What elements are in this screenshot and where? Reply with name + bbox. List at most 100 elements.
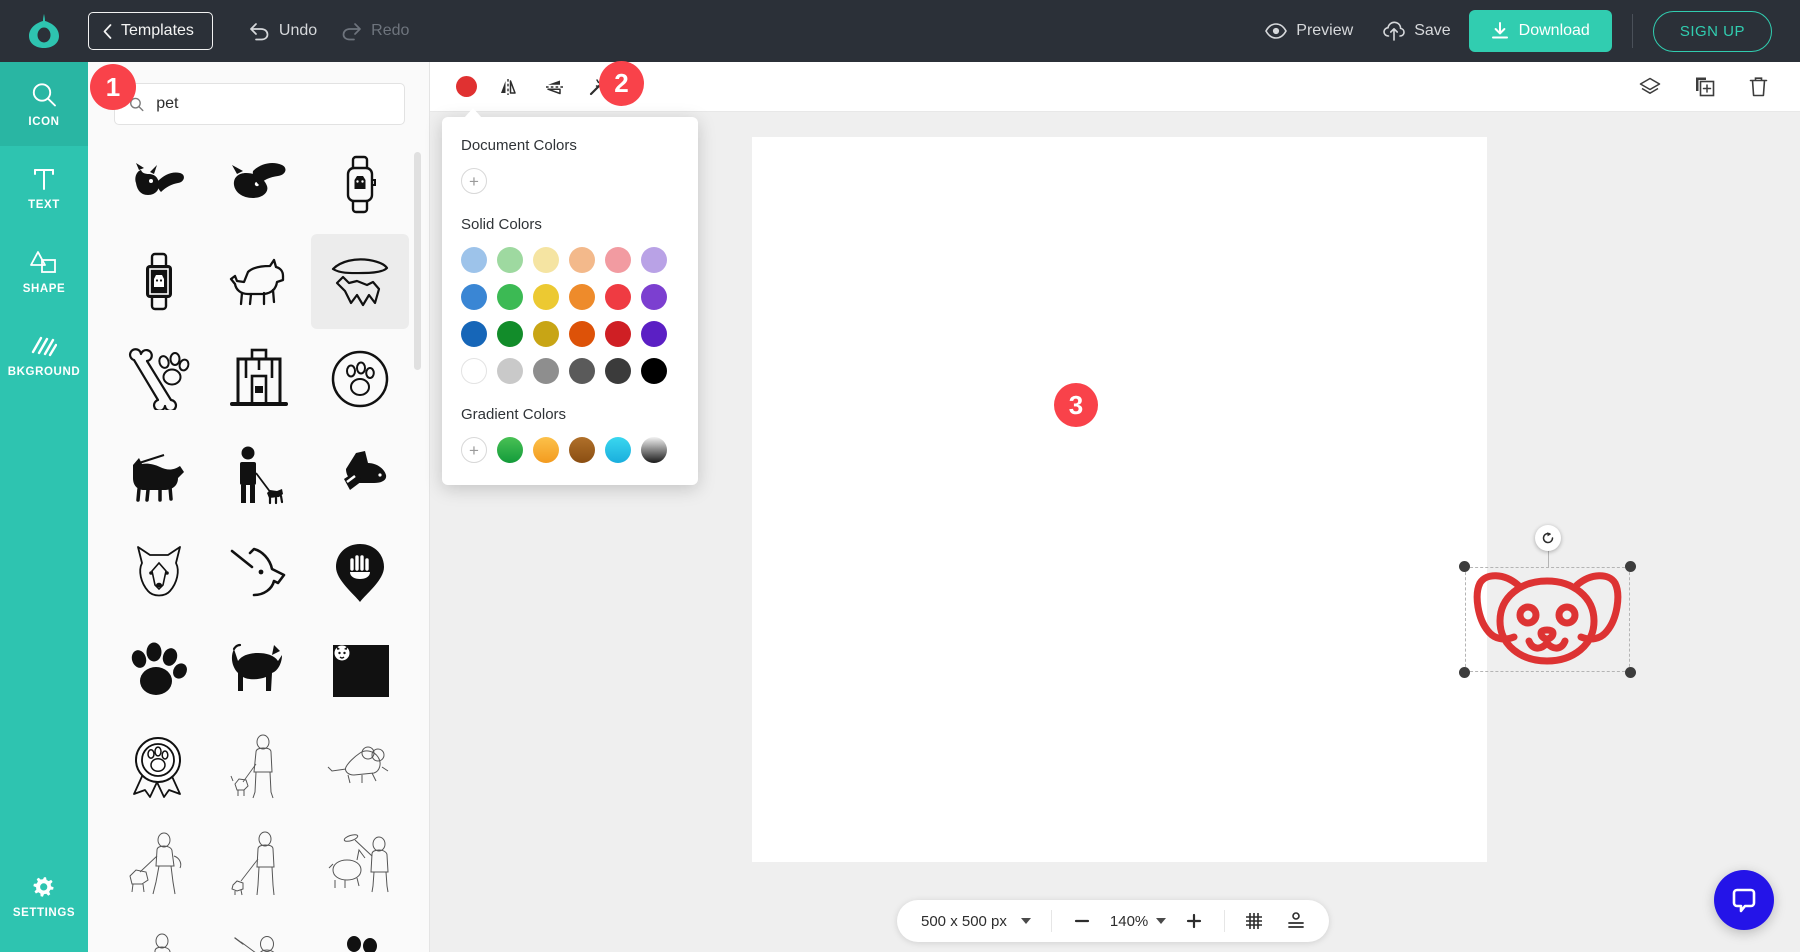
icon-result-dog-head-line[interactable]	[210, 525, 308, 620]
icon-result-dog-with-hand[interactable]	[210, 137, 308, 232]
color-swatch[interactable]	[569, 247, 595, 273]
layers-button[interactable]	[1630, 67, 1670, 107]
icon-result-paw-in-circle[interactable]	[311, 331, 409, 426]
icon-result-woman-walking-dog-sketch[interactable]	[110, 816, 208, 911]
color-swatch[interactable]	[533, 358, 559, 384]
canvas-size-dropdown[interactable]: 500 x 500 px	[897, 913, 1051, 930]
icon-result-bone-and-paw[interactable]	[110, 331, 208, 426]
icon-result-man-walking-dog-sketch[interactable]	[210, 719, 308, 814]
artboard[interactable]	[752, 137, 1487, 862]
color-swatch[interactable]	[533, 321, 559, 347]
search-magnifier-icon	[30, 81, 58, 109]
zoom-in-button[interactable]	[1182, 909, 1206, 933]
color-swatch[interactable]	[497, 284, 523, 310]
resize-handle-bottom-left[interactable]	[1459, 667, 1470, 678]
redo-button[interactable]: Redo	[329, 14, 421, 49]
icon-result-paw-award-ribbon[interactable]	[110, 719, 208, 814]
resize-handle-bottom-right[interactable]	[1625, 667, 1636, 678]
color-swatch[interactable]	[497, 321, 523, 347]
color-swatch[interactable]	[569, 358, 595, 384]
gradient-swatch[interactable]	[497, 437, 523, 463]
sidebar-item-settings[interactable]: SETTINGS	[0, 854, 88, 938]
color-swatch[interactable]	[641, 284, 667, 310]
color-swatch[interactable]	[461, 358, 487, 384]
fill-color-button[interactable]	[446, 67, 486, 107]
icon-result-person-playing-with-dog-sketch[interactable]	[311, 719, 409, 814]
color-swatch[interactable]	[605, 358, 631, 384]
icon-result-smartwatch-cat-filled[interactable]	[110, 234, 208, 329]
icon-result-paw-print[interactable]	[110, 622, 208, 717]
zoom-level-dropdown[interactable]: 140%	[1110, 913, 1166, 930]
icon-result-cat-walking[interactable]	[210, 622, 308, 717]
signup-button[interactable]: SIGN UP	[1653, 11, 1772, 52]
sidebar-item-bkground[interactable]: BKGROUND	[0, 314, 88, 398]
preview-button[interactable]: Preview	[1253, 14, 1365, 48]
chat-support-button[interactable]	[1714, 870, 1774, 930]
color-swatch[interactable]	[461, 284, 487, 310]
icon-result-paw-map-pin[interactable]	[311, 525, 409, 620]
color-swatch[interactable]	[497, 358, 523, 384]
color-swatch[interactable]	[461, 247, 487, 273]
icon-result-woman-holding-dog-sketch[interactable]	[110, 913, 208, 952]
icon-result-dog-head-collar[interactable]	[311, 428, 409, 523]
icon-result-hand-petting-dog[interactable]	[311, 234, 409, 329]
download-button[interactable]: Download	[1469, 10, 1612, 52]
chevron-left-icon	[103, 24, 112, 39]
add-document-color-button[interactable]: +	[461, 168, 487, 194]
color-swatch[interactable]	[569, 284, 595, 310]
icon-panel-scrollbar[interactable]	[414, 152, 421, 370]
color-swatch[interactable]	[641, 247, 667, 273]
rotate-handle[interactable]	[1535, 525, 1561, 551]
gradient-swatch[interactable]	[569, 437, 595, 463]
sidebar-item-text[interactable]: TEXT	[0, 146, 88, 230]
icon-result-wolf-face-outline[interactable]	[110, 525, 208, 620]
dog-face-icon	[1470, 571, 1625, 669]
gradient-swatch[interactable]	[605, 437, 631, 463]
delete-button[interactable]	[1738, 67, 1778, 107]
color-swatch[interactable]	[497, 247, 523, 273]
align-button[interactable]	[1283, 908, 1309, 934]
color-swatch[interactable]	[533, 247, 559, 273]
color-swatch[interactable]	[533, 284, 559, 310]
icon-result-dog-badge-square[interactable]	[311, 622, 409, 717]
color-swatch[interactable]	[605, 284, 631, 310]
dog-head-collar-icon	[330, 449, 390, 503]
icon-result-cat-with-hand[interactable]	[110, 137, 208, 232]
icon-result-pet-house[interactable]	[210, 331, 308, 426]
icon-result-woman-throwing-frisbee-dog-sketch[interactable]	[311, 816, 409, 911]
add-gradient-color-button[interactable]: +	[461, 437, 487, 463]
color-swatch[interactable]	[641, 321, 667, 347]
color-swatch[interactable]	[461, 321, 487, 347]
save-button[interactable]: Save	[1371, 13, 1462, 49]
gradient-swatch[interactable]	[641, 437, 667, 463]
dog-badge-square-icon	[329, 641, 391, 699]
undo-button[interactable]: Undo	[237, 14, 329, 49]
paw-map-pin-icon	[334, 542, 386, 604]
icon-result-dog-standing-outline[interactable]	[210, 234, 308, 329]
search-box[interactable]	[114, 83, 405, 125]
selected-object[interactable]	[1465, 567, 1630, 672]
resize-handle-top-right[interactable]	[1625, 561, 1636, 572]
icon-result-woman-training-dog-sketch[interactable]	[210, 913, 308, 952]
icon-result-woman-with-dog-sketch[interactable]	[311, 913, 409, 952]
gradient-swatch[interactable]	[533, 437, 559, 463]
flip-horizontal-button[interactable]	[490, 67, 530, 107]
sidebar-item-icon[interactable]: ICON	[0, 62, 88, 146]
sidebar-item-shape[interactable]: SHAPE	[0, 230, 88, 314]
flip-vertical-button[interactable]	[534, 67, 574, 107]
icon-result-person-walking-dog[interactable]	[210, 428, 308, 523]
templates-button[interactable]: Templates	[88, 12, 213, 50]
zoom-out-button[interactable]	[1070, 909, 1094, 933]
icon-result-woman-walking-small-dog-sketch[interactable]	[210, 816, 308, 911]
color-swatch[interactable]	[641, 358, 667, 384]
color-swatch[interactable]	[605, 321, 631, 347]
app-logo[interactable]	[0, 13, 88, 49]
icon-result-dog-on-leash[interactable]	[110, 428, 208, 523]
search-input[interactable]	[156, 95, 390, 113]
duplicate-button[interactable]	[1684, 67, 1724, 107]
color-swatch[interactable]	[569, 321, 595, 347]
icon-result-smartwatch-cat-outline[interactable]	[311, 137, 409, 232]
resize-handle-top-left[interactable]	[1459, 561, 1470, 572]
grid-toggle-button[interactable]	[1241, 908, 1267, 934]
color-swatch[interactable]	[605, 247, 631, 273]
